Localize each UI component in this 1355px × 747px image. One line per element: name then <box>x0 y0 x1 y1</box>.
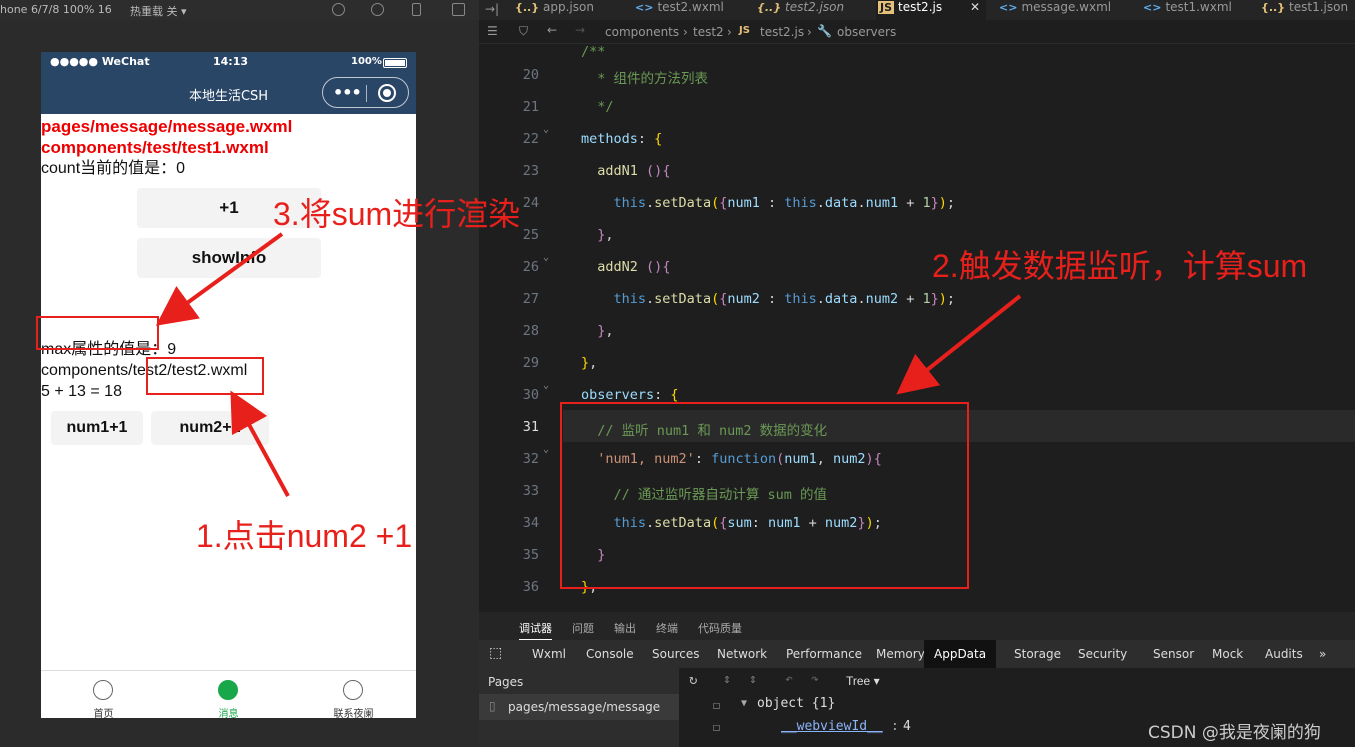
annotation-arrows <box>155 232 1022 497</box>
arrow-step2 <box>896 294 1022 395</box>
arrow-step3 <box>155 232 284 326</box>
arrow-step1 <box>230 390 290 497</box>
